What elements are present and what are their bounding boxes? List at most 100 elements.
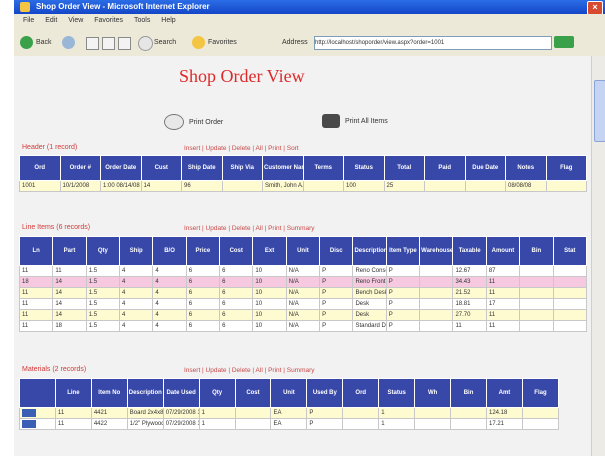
table-cell: 11 (485, 309, 521, 321)
table-row[interactable]: 1144221/2" Plywood Panel, 4x8 sheet07/29… (19, 418, 560, 430)
column-header[interactable]: Cost (219, 236, 254, 266)
table-row[interactable]: 11 14 1.5 4 4 6 6 10 N/A P Desk P 18.81 17 (18, 298, 587, 310)
menu-edit[interactable]: Edit (45, 14, 57, 28)
back-button[interactable]: Back (36, 36, 52, 50)
column-header[interactable]: Price (185, 236, 221, 266)
clock-icon (164, 114, 184, 130)
column-header[interactable]: Qty (85, 236, 121, 266)
menu-favorites[interactable]: Favorites (94, 14, 123, 28)
column-header[interactable]: Bin (450, 378, 487, 408)
table-row[interactable]: 18141.5446610N/APReno Front DeskP34.4311 (18, 276, 587, 288)
table-row[interactable]: 11 14 1.5 4 4 6 6 10 N/A P Bench Desk P 21.52 11 (18, 287, 587, 299)
table-cell: Board 2x4x8 (126, 407, 164, 419)
column-header[interactable]: Status (343, 155, 385, 181)
column-header[interactable]: Item No (90, 378, 128, 408)
forward-arrow-icon[interactable] (62, 36, 75, 49)
edit-row-icon[interactable] (22, 409, 36, 417)
menu-view[interactable]: View (68, 14, 83, 28)
column-header[interactable]: Paid (424, 155, 466, 181)
column-header[interactable]: Status (378, 378, 416, 408)
table-row[interactable]: 1001 10/1/2008 1:00 08/14/08 14 96 Smith, Joh… (19, 180, 587, 192)
table-row[interactable]: 11181.5446610N/APStandard DeskP1111 (18, 320, 587, 332)
table-row[interactable]: 11 14 1.5 4 4 6 6 10 N/A P Desk P 27.70 11 (18, 309, 587, 321)
column-header[interactable]: Unit (270, 378, 308, 408)
column-header[interactable]: B/O (152, 236, 187, 266)
column-header[interactable]: Ln (18, 236, 54, 266)
table-cell: 4 (119, 265, 154, 277)
go-button[interactable] (554, 36, 574, 48)
column-header[interactable]: Ship Via (221, 155, 263, 181)
column-header[interactable]: Unit (285, 236, 321, 266)
column-header[interactable]: Ext (252, 236, 287, 266)
table-cell: 18 (18, 276, 54, 288)
table-row[interactable]: 114421Board 2x4x807/29/2008 12:00 AM1EAP… (19, 407, 560, 419)
column-header[interactable]: Part (52, 236, 87, 266)
lines-section-links[interactable]: Insert | Update | Delete | All | Print |… (184, 225, 315, 232)
column-header[interactable]: Stat (552, 236, 587, 266)
column-header[interactable]: Disc (319, 236, 354, 266)
home-icon[interactable] (118, 37, 131, 50)
table-header-row: Ord Order # Order Date Cust Ship Date Ship Vi… (19, 155, 587, 181)
print-all-items-button[interactable]: Print All Items (322, 114, 388, 128)
menu-tools[interactable]: Tools (134, 14, 150, 28)
column-header[interactable]: Ord (342, 378, 380, 408)
column-header[interactable]: Notes (505, 155, 547, 181)
column-header[interactable]: Ship (119, 236, 154, 266)
column-header[interactable]: Order # (59, 155, 101, 181)
column-header[interactable]: Amt (485, 378, 523, 408)
column-header[interactable]: Wh (414, 378, 452, 408)
back-arrow-icon[interactable] (20, 36, 33, 49)
table-cell: 11 (452, 320, 487, 332)
column-header[interactable]: Qty (198, 378, 236, 408)
column-header[interactable]: Line (54, 378, 92, 408)
lines-section-label: Line Items (6 records) (22, 224, 91, 231)
refresh-icon[interactable] (102, 37, 115, 50)
edit-row-icon[interactable] (22, 420, 36, 428)
table-cell (419, 287, 454, 299)
column-header[interactable]: Used By (306, 378, 344, 408)
search-button[interactable]: Search (154, 36, 176, 50)
table-cell: N/A (285, 276, 321, 288)
header-section-links[interactable]: Insert | Update | Delete | All | Print |… (184, 145, 299, 152)
address-input[interactable]: http://localhost/shoporder/view.aspx?ord… (314, 36, 552, 50)
column-header[interactable]: Order Date (100, 155, 142, 181)
table-cell: 6 (185, 320, 221, 332)
column-header[interactable]: Cost (234, 378, 272, 408)
menu-file[interactable]: File (23, 14, 34, 28)
column-header[interactable] (19, 378, 56, 408)
column-header[interactable]: Flag (521, 378, 560, 408)
scrollbar-thumb[interactable] (594, 80, 605, 142)
column-header[interactable]: Cust (140, 155, 182, 181)
table-cell: 25 (383, 180, 425, 192)
menu-help[interactable]: Help (161, 14, 175, 28)
print-order-button[interactable]: Print Order (164, 114, 223, 130)
ie-icon (20, 2, 30, 12)
close-button[interactable]: × (587, 1, 603, 15)
column-header[interactable]: Bin (519, 236, 554, 266)
column-header[interactable]: Warehouse (419, 236, 454, 266)
table-row[interactable]: 11111.5446610N/APReno ConsoleP12.6787 (18, 265, 587, 277)
column-header[interactable]: Date Used (162, 378, 200, 408)
column-header[interactable]: Terms (302, 155, 344, 181)
column-header[interactable]: Taxable (452, 236, 487, 266)
table-cell: 11 (54, 418, 92, 430)
column-header[interactable]: Ship Date (181, 155, 223, 181)
stop-icon[interactable] (86, 37, 99, 50)
search-icon[interactable] (138, 36, 153, 51)
column-header[interactable]: Total (383, 155, 425, 181)
vertical-scrollbar[interactable] (591, 56, 605, 456)
column-header[interactable]: Due Date (464, 155, 506, 181)
favorites-button[interactable]: Favorites (208, 36, 237, 50)
materials-section-links[interactable]: Insert | Update | Delete | All | Print |… (184, 367, 315, 374)
column-header[interactable]: Ord (19, 155, 61, 181)
column-header[interactable]: Flag (545, 155, 587, 181)
table-cell: 11 (18, 265, 54, 277)
favorites-star-icon[interactable] (192, 36, 205, 49)
column-header[interactable]: Customer Name (262, 155, 304, 181)
column-header[interactable]: Description (126, 378, 164, 408)
column-header[interactable]: Item Type (385, 236, 421, 266)
table-cell: 6 (219, 320, 254, 332)
column-header[interactable]: Amount (485, 236, 521, 266)
column-header[interactable]: Description (352, 236, 387, 266)
table-cell: 4 (119, 309, 154, 321)
